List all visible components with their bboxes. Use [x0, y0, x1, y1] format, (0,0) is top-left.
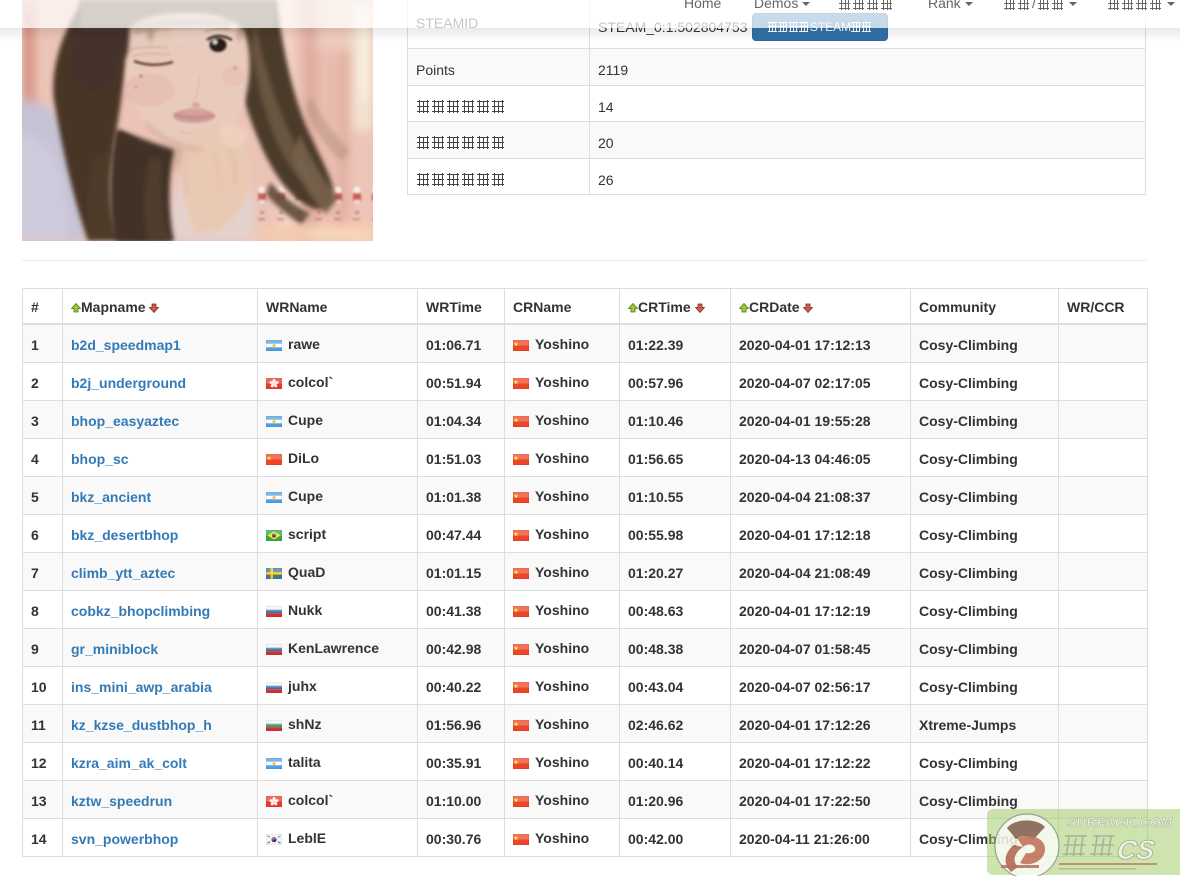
svg-text:CS: CS [1115, 834, 1157, 865]
svg-text:SURFACK.COM: SURFACK.COM [1066, 815, 1174, 830]
